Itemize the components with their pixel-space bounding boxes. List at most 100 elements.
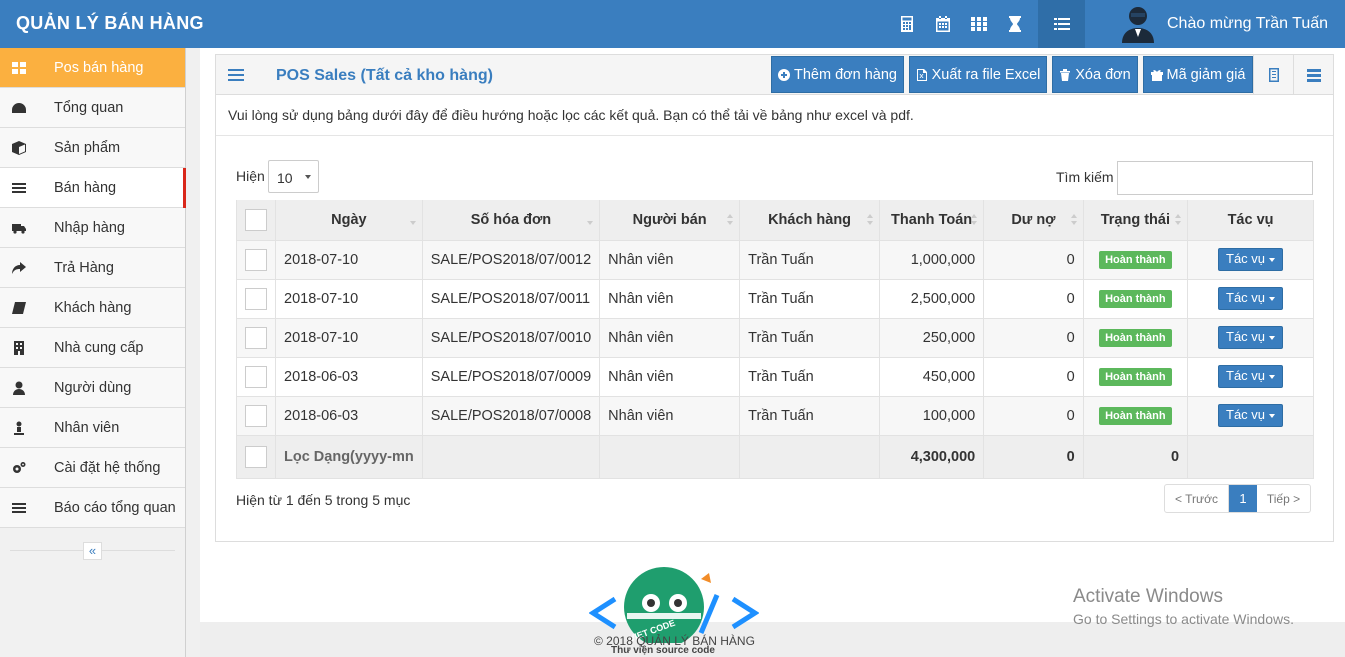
columns-icon[interactable] (1293, 55, 1333, 94)
grid-icon[interactable] (961, 0, 997, 48)
cell-customer: Trần Tuấn (739, 239, 880, 280)
app-brand[interactable]: QUẢN LÝ BÁN HÀNG (16, 13, 204, 34)
vietcode-logo: VIET CODE (589, 567, 759, 643)
sidebar-item-label: Pos bán hàng (54, 60, 144, 76)
sidebar-item-sales[interactable]: Bán hàng (0, 168, 186, 208)
user-menu[interactable]: Chào mừng Trần Tuấn (1106, 0, 1345, 48)
sidebar-item-returns[interactable]: Trả Hàng (0, 248, 185, 288)
list-icon (12, 501, 26, 515)
welcome-text: Chào mừng Trần Tuấn (1167, 15, 1329, 32)
sidebar-item-settings[interactable]: Cài đặt hệ thống (0, 448, 185, 488)
pos-icon (12, 61, 26, 75)
row-checkbox[interactable] (245, 248, 267, 271)
cell-paid: 100,000 (878, 395, 985, 436)
col-customer[interactable]: Khách hàng (739, 200, 880, 241)
table-row[interactable]: 2018-06-03 SALE/POS2018/07/0009 Nhân viê… (236, 356, 1314, 397)
total-paid: 4,300,000 (878, 434, 985, 479)
sidebar-item-overview[interactable]: Tổng quan (0, 88, 185, 128)
cell-customer: Trần Tuấn (739, 395, 880, 436)
footer-empty (739, 434, 880, 479)
select-all-header (236, 200, 276, 241)
sidebar-item-purchases[interactable]: Nhập hàng (0, 208, 185, 248)
pagination: < Trước 1 Tiếp > (1164, 484, 1311, 513)
row-checkbox[interactable] (245, 287, 267, 310)
sidebar-item-suppliers[interactable]: Nhà cung cấp (0, 328, 185, 368)
list-icon[interactable] (1038, 0, 1085, 48)
actions-dropdown-button[interactable]: Tác vụ (1218, 248, 1284, 271)
sidebar-item-products[interactable]: Sản phẩm (0, 128, 185, 168)
cogs-icon (12, 461, 26, 475)
caret-down-icon (1269, 258, 1276, 262)
cell-invoice: SALE/POS2018/07/0009 (421, 356, 601, 397)
cell-actions: Tác vụ (1187, 317, 1314, 358)
status-badge: Hoàn thành (1099, 328, 1172, 347)
col-invoice[interactable]: Số hóa đơn (421, 200, 601, 241)
print-icon[interactable] (1253, 55, 1293, 94)
footer-checkbox[interactable] (245, 445, 267, 468)
actions-dropdown-button[interactable]: Tác vụ (1218, 326, 1284, 349)
sidebar-item-staff[interactable]: Nhân viên (0, 408, 185, 448)
row-checkbox[interactable] (245, 326, 267, 349)
pagination-prev[interactable]: < Trước (1165, 485, 1229, 512)
export-excel-button[interactable]: Xuất ra file Excel (909, 56, 1047, 93)
table-row[interactable]: 2018-07-10 SALE/POS2018/07/0011 Nhân viê… (236, 278, 1314, 319)
panel-header: POS Sales (Tất cả kho hàng) Thêm đơn hàn… (216, 55, 1333, 95)
row-select (236, 239, 276, 280)
gift-icon (1150, 69, 1163, 81)
pagination-next[interactable]: Tiếp > (1257, 485, 1310, 512)
staff-icon (12, 421, 26, 435)
caret-down-icon (1269, 414, 1276, 418)
col-status[interactable]: Trạng thái (1082, 200, 1189, 241)
table-row[interactable]: 2018-07-10 SALE/POS2018/07/0012 Nhân viê… (236, 239, 1314, 280)
delete-order-button[interactable]: Xóa đơn (1052, 56, 1138, 93)
sidebar: Pos bán hàng Tổng quan Sản phẩm Bán hàng… (0, 48, 186, 657)
actions-dropdown-button[interactable]: Tác vụ (1218, 365, 1284, 388)
sidebar-collapse-button[interactable]: « (83, 542, 102, 560)
status-badge: Hoàn thành (1099, 250, 1172, 269)
status-badge: Hoàn thành (1099, 406, 1172, 425)
footer-empty (421, 434, 601, 479)
book-icon (12, 301, 26, 315)
activate-subtitle: Go to Settings to activate Windows. (1073, 611, 1294, 627)
select-all-checkbox[interactable] (245, 208, 267, 231)
menu-icon[interactable] (228, 68, 244, 82)
sidebar-item-label: Tổng quan (54, 100, 124, 116)
sidebar-item-customers[interactable]: Khách hàng (0, 288, 185, 328)
coupon-button[interactable]: Mã giảm giá (1143, 56, 1253, 93)
page-size-select[interactable]: 10 (268, 160, 319, 193)
pagination-page-1[interactable]: 1 (1229, 485, 1257, 512)
cell-actions: Tác vụ (1187, 356, 1314, 397)
cell-date: 2018-07-10 (275, 317, 423, 358)
col-seller[interactable]: Người bán (599, 200, 741, 241)
cell-actions: Tác vụ (1187, 395, 1314, 436)
table-row[interactable]: 2018-07-10 SALE/POS2018/07/0010 Nhân viê… (236, 317, 1314, 358)
cell-date: 2018-07-10 (275, 278, 423, 319)
sidebar-item-users[interactable]: Người dùng (0, 368, 185, 408)
col-debt[interactable]: Dư nợ (983, 200, 1084, 241)
cell-debt: 0 (983, 395, 1084, 436)
hourglass-icon[interactable] (997, 0, 1033, 48)
row-checkbox[interactable] (245, 404, 267, 427)
search-input[interactable] (1117, 161, 1313, 195)
actions-dropdown-button[interactable]: Tác vụ (1218, 404, 1284, 427)
row-checkbox[interactable] (245, 365, 267, 388)
sidebar-item-reports[interactable]: Báo cáo tổng quan (0, 488, 185, 528)
calculator-icon[interactable] (889, 0, 925, 48)
page-size-label: Hiện (236, 168, 265, 184)
cell-paid: 250,000 (878, 317, 985, 358)
cell-date: 2018-06-03 (275, 395, 423, 436)
actions-dropdown-button[interactable]: Tác vụ (1218, 287, 1284, 310)
sidebar-item-pos[interactable]: Pos bán hàng (0, 48, 185, 88)
table-row[interactable]: 2018-06-03 SALE/POS2018/07/0008 Nhân viê… (236, 395, 1314, 436)
cell-status: Hoàn thành (1082, 356, 1189, 397)
col-paid[interactable]: Thanh Toán (878, 200, 985, 241)
col-actions: Tác vụ (1187, 200, 1314, 241)
calendar-icon[interactable] (925, 0, 961, 48)
export-excel-label: Xuất ra file Excel (931, 66, 1041, 83)
add-order-button[interactable]: Thêm đơn hàng (771, 56, 904, 93)
date-filter-input[interactable]: Lọc Dạng(yyyy-mn (275, 434, 423, 479)
cell-status: Hoàn thành (1082, 395, 1189, 436)
col-date[interactable]: Ngày (275, 200, 423, 241)
cell-invoice: SALE/POS2018/07/0008 (421, 395, 601, 436)
delete-order-label: Xóa đơn (1075, 66, 1131, 83)
